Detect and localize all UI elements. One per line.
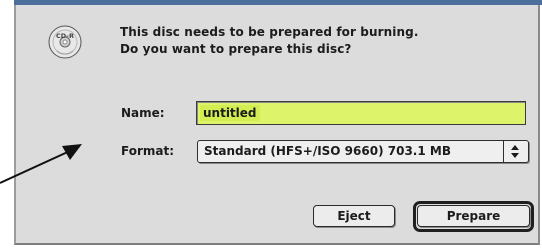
eject-button[interactable]: Eject xyxy=(313,205,395,227)
disc-name-value[interactable]: untitled xyxy=(200,105,260,121)
name-label: Name: xyxy=(121,106,165,120)
dialog-message-line1: This disc needs to be prepared for burni… xyxy=(120,25,419,39)
dialog-message-line2: Do you want to prepare this disc? xyxy=(120,42,352,56)
cd-icon-label: CD-R xyxy=(56,32,74,40)
format-popup-menu[interactable]: Standard (HFS+/ISO 9660) 703.1 MB xyxy=(197,140,529,163)
disc-name-field[interactable]: untitled xyxy=(196,101,526,125)
popup-arrows-icon xyxy=(503,141,527,162)
format-label: Format: xyxy=(121,144,175,158)
prepare-button[interactable]: Prepare xyxy=(417,205,530,227)
cd-rw-disc-icon: CD-R xyxy=(48,25,82,59)
prepare-disc-dialog: CD-R This disc needs to be prepared for … xyxy=(14,5,540,245)
format-selected-value: Standard (HFS+/ISO 9660) 703.1 MB xyxy=(204,144,451,158)
